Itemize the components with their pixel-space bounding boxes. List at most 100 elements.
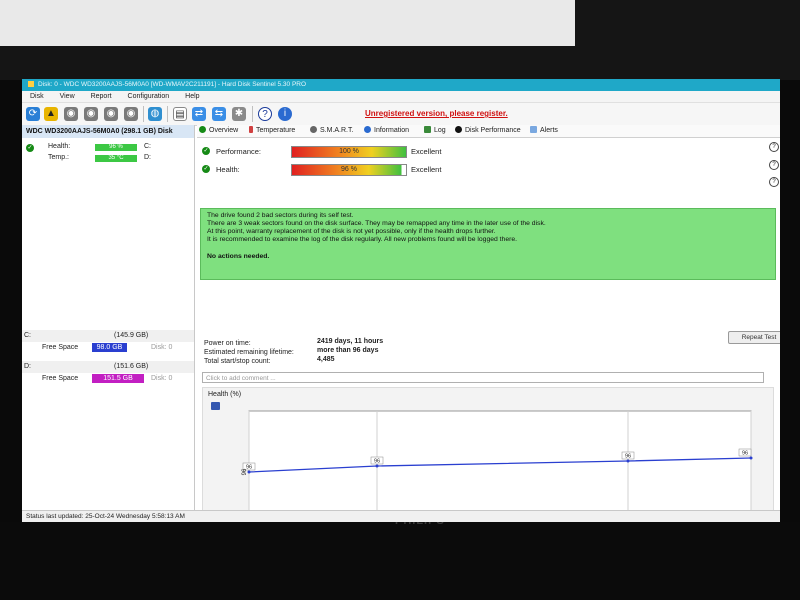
- partition-row[interactable]: D: (151.6 GB): [22, 361, 194, 373]
- data-point: [626, 459, 630, 463]
- health-ok-icon: ✓: [202, 165, 210, 173]
- partition-letter: C:: [24, 332, 31, 339]
- tab-bar: Overview Temperature S.M.A.R.T. Informat…: [197, 125, 780, 138]
- disk-info-icon[interactable]: ◉: [104, 107, 118, 121]
- free-space-bar: 151.5 GB: [92, 374, 144, 383]
- unregistered-link[interactable]: Unregistered version, please register.: [365, 109, 508, 118]
- toolbar-separator: [252, 106, 253, 122]
- health-gauge: 96 %: [291, 164, 407, 176]
- information-icon: [364, 126, 371, 133]
- health-status: Excellent: [411, 165, 442, 174]
- settings-icon[interactable]: ✱: [232, 107, 246, 121]
- report-icon[interactable]: ▤: [173, 107, 187, 121]
- monitor-bezel-top: [0, 0, 800, 80]
- help-icon[interactable]: ?: [769, 177, 779, 187]
- power-on-value: 2419 days, 11 hours: [317, 338, 384, 345]
- menu-report[interactable]: Report: [91, 93, 112, 100]
- tab-alerts[interactable]: Alerts: [530, 125, 558, 137]
- health-message-box: The drive found 2 bad sectors during its…: [200, 208, 776, 280]
- app-window: Disk: 0 - WDC WD3200AAJS-56M0A0 [WD-WMAV…: [22, 79, 780, 522]
- help-icon[interactable]: ?: [769, 160, 779, 170]
- free-space-label: Free Space: [42, 344, 79, 351]
- health-label: Health:: [216, 165, 240, 174]
- main-panel: Overview Temperature S.M.A.R.T. Informat…: [197, 125, 780, 522]
- log-icon: [424, 126, 431, 133]
- power-on-label: Power on time:: [204, 340, 251, 347]
- sidebar-health-drive: C:: [144, 143, 151, 150]
- data-label: 96: [742, 451, 748, 457]
- network-icon[interactable]: ⇆: [212, 107, 226, 121]
- disk-entry-header[interactable]: WDC WD3200AAJS-56M0A0 (298.1 GB) Disk: [22, 125, 194, 138]
- overview-icon: [199, 126, 206, 133]
- toolbar-separator: [167, 106, 168, 122]
- info-icon[interactable]: i: [278, 107, 292, 121]
- sidebar-health-bar: 96 %: [95, 144, 137, 151]
- sidebar-temp-drive: D:: [144, 154, 151, 161]
- globe-icon[interactable]: ◍: [148, 107, 162, 121]
- health-chart-panel: Health (%) 969696969609-Oct-2418-Oct-242…: [202, 387, 774, 522]
- window-title: Disk: 0 - WDC WD3200AAJS-56M0A0 [WD-WMAV…: [38, 81, 307, 88]
- sidebar-temp-bar: 35 °C: [95, 155, 137, 162]
- startstop-label: Total start/stop count:: [204, 358, 271, 365]
- disk-reference: Disk: 0: [151, 344, 173, 351]
- tab-overview[interactable]: Overview: [199, 125, 238, 137]
- disk-surface-icon[interactable]: ◉: [84, 107, 98, 121]
- alerts-icon: [530, 126, 537, 133]
- repeat-test-button[interactable]: Repeat Test: [728, 331, 780, 344]
- tab-log[interactable]: Log: [424, 125, 446, 137]
- help-icon[interactable]: ?: [769, 142, 779, 152]
- menu-configuration[interactable]: Configuration: [128, 93, 170, 100]
- partition-size: (145.9 GB): [114, 332, 149, 339]
- message-line: At this point, warranty replacement of t…: [207, 228, 496, 235]
- smart-icon: [310, 126, 317, 133]
- sidebar-temp-label: Temp.:: [48, 154, 70, 161]
- performance-status: Excellent: [411, 147, 442, 156]
- tab-temperature[interactable]: Temperature: [249, 125, 295, 137]
- disk-sidebar: WDC WD3200AAJS-56M0A0 (298.1 GB) Disk ✓ …: [22, 125, 195, 522]
- status-bar: Status last updated: 25-Oct-24 Wednesday…: [22, 510, 780, 522]
- tab-smart[interactable]: S.M.A.R.T.: [310, 125, 353, 137]
- health-chart: 969696969609-Oct-2418-Oct-2422-Oct-2425-…: [242, 410, 756, 522]
- free-space-label: Free Space: [42, 375, 79, 382]
- tab-disk-performance[interactable]: Disk Performance: [455, 125, 521, 137]
- help-icon[interactable]: ?: [258, 107, 272, 121]
- title-bar: Disk: 0 - WDC WD3200AAJS-56M0A0 [WD-WMAV…: [22, 79, 780, 91]
- disk-settings-icon[interactable]: ◉: [124, 107, 138, 121]
- performance-icon: [455, 126, 462, 133]
- partition-letter: D:: [24, 363, 31, 370]
- startstop-value: 4,485: [317, 356, 335, 363]
- partition-row[interactable]: C: (145.9 GB): [22, 330, 194, 342]
- app-icon: [28, 81, 34, 88]
- health-ok-icon: ✓: [26, 144, 34, 152]
- refresh-icon[interactable]: ⟳: [26, 107, 40, 121]
- data-point: [749, 456, 753, 460]
- menu-disk[interactable]: Disk: [30, 93, 44, 100]
- y-tick-label: 96: [242, 468, 248, 475]
- monitor-bezel-bottom: [0, 522, 800, 600]
- toolbar-separator: [143, 106, 144, 122]
- performance-gauge: 100 %: [291, 146, 407, 158]
- warning-icon[interactable]: ▲: [44, 107, 58, 121]
- disk-test-icon[interactable]: ◉: [64, 107, 78, 121]
- comment-input[interactable]: Click to add comment ...: [202, 372, 764, 383]
- performance-label: Performance:: [216, 147, 262, 156]
- data-point: [375, 464, 379, 468]
- data-label: 96: [374, 459, 380, 465]
- toolbar: ⟳ ▲ ◉ ◉ ◉ ◉ ◍ ▤ ⇄ ⇆ ✱ ? i Unregistered v…: [22, 103, 780, 126]
- message-line: There are 3 weak sectors found on the di…: [207, 220, 546, 227]
- tab-information[interactable]: Information: [364, 125, 409, 137]
- partition-size: (151.6 GB): [114, 363, 149, 370]
- message-line: It is recommended to examine the log of …: [207, 236, 518, 243]
- free-space-bar: 98.0 GB: [92, 343, 127, 352]
- message-line: The drive found 2 bad sectors during its…: [207, 212, 354, 219]
- disk-reference: Disk: 0: [151, 375, 173, 382]
- sync-icon[interactable]: ⇄: [192, 107, 206, 121]
- menu-help[interactable]: Help: [185, 93, 199, 100]
- sidebar-health-label: Health:: [48, 143, 71, 150]
- thermometer-icon: [249, 126, 253, 133]
- menu-bar: Disk View Report Configuration Help: [22, 91, 780, 103]
- lifetime-label: Estimated remaining lifetime:: [204, 349, 294, 356]
- actions-text: No actions needed.: [207, 253, 270, 260]
- lifetime-value: more than 96 days: [317, 347, 379, 354]
- menu-view[interactable]: View: [60, 93, 75, 100]
